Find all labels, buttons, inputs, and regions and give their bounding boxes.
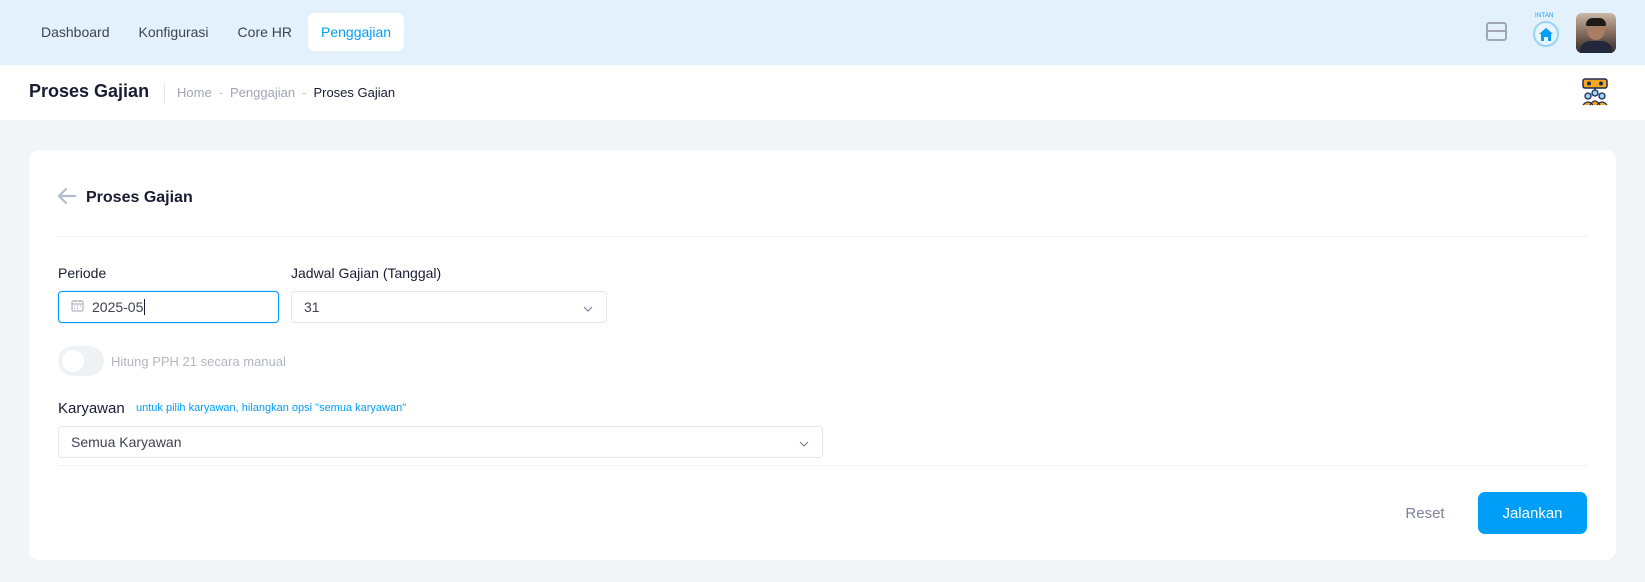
title-divider xyxy=(164,83,165,103)
karyawan-select[interactable]: Semua Karyawan xyxy=(58,426,823,458)
card-title: Proses Gajian xyxy=(86,189,193,206)
karyawan-label: Karyawan xyxy=(58,400,125,417)
pph21-manual-toggle[interactable] xyxy=(58,346,104,376)
main-nav: Dashboard Konfigurasi Core HR Penggajian xyxy=(28,13,407,51)
nav-penggajian[interactable]: Penggajian xyxy=(308,13,405,51)
karyawan-value: Semua Karyawan xyxy=(71,434,182,450)
toggle-knob xyxy=(62,350,84,372)
karyawan-hint: untuk pilih karyawan, hilangkan opsi "se… xyxy=(136,402,407,414)
back-arrow-icon[interactable] xyxy=(57,186,77,211)
home-brand-label: INTAN xyxy=(1535,13,1554,19)
pph21-toggle-label: Hitung PPH 21 secara manual xyxy=(111,354,286,369)
periode-value: 2025-05 xyxy=(92,299,144,315)
home-button[interactable]: INTAN xyxy=(1531,12,1561,48)
calendar-icon xyxy=(71,299,84,315)
reset-button[interactable]: Reset xyxy=(1388,492,1462,534)
nav-dashboard[interactable]: Dashboard xyxy=(28,13,123,51)
breadcrumb-penggajian[interactable]: Penggajian xyxy=(230,85,295,100)
breadcrumb-home[interactable]: Home xyxy=(177,85,212,100)
user-avatar[interactable] xyxy=(1576,13,1616,53)
jadwal-label: Jadwal Gajian (Tanggal) xyxy=(291,265,442,281)
breadcrumb: Home - Penggajian - Proses Gajian xyxy=(177,85,396,100)
top-navbar: Dashboard Konfigurasi Core HR Penggajian… xyxy=(0,0,1645,65)
home-icon xyxy=(1533,21,1559,47)
jalankan-button[interactable]: Jalankan xyxy=(1478,492,1587,534)
jadwal-select[interactable]: 31 xyxy=(291,291,607,323)
page-title: Proses Gajian xyxy=(29,81,150,101)
jadwal-value: 31 xyxy=(304,299,320,315)
periode-input[interactable]: 2025-05 xyxy=(58,291,279,323)
periode-label: Periode xyxy=(58,265,107,281)
breadcrumb-current: Proses Gajian xyxy=(313,85,396,100)
card-header: Proses Gajian xyxy=(29,150,1616,237)
header-divider xyxy=(58,236,1587,237)
chevron-down-icon xyxy=(582,302,594,318)
text-caret xyxy=(144,299,146,315)
layout-toggle-icon[interactable] xyxy=(1486,22,1507,41)
proses-gajian-card: Proses Gajian Periode 2025-05 Jadwal Gaj… xyxy=(29,150,1616,560)
chevron-down-icon xyxy=(798,437,810,453)
page-subheader: Proses Gajian Home - Penggajian - Proses… xyxy=(0,65,1645,120)
nav-konfigurasi[interactable]: Konfigurasi xyxy=(126,13,222,51)
nav-core-hr[interactable]: Core HR xyxy=(225,13,305,51)
team-icon[interactable] xyxy=(1580,77,1610,107)
footer-divider xyxy=(58,465,1587,466)
